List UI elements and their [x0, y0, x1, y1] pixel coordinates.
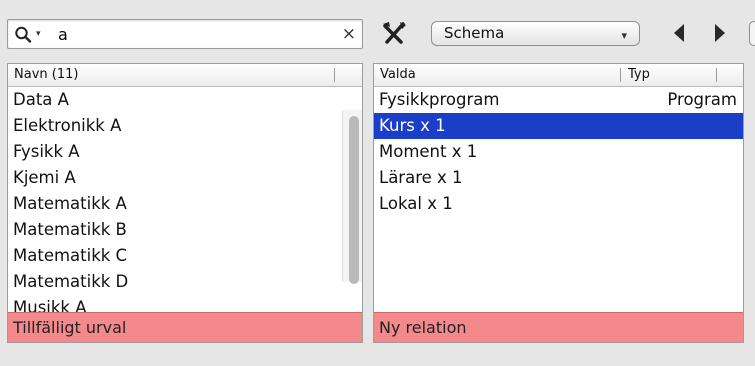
list-item[interactable]: Matematikk B: [8, 217, 362, 243]
list-item[interactable]: Data A: [8, 87, 362, 113]
vertical-scrollbar[interactable]: [342, 110, 362, 284]
list-item[interactable]: Matematikk A: [8, 191, 362, 217]
list-item[interactable]: Matematikk C: [8, 243, 362, 269]
selected-items-list[interactable]: Fysikkprogram Program Kurs x 1 Moment x …: [374, 87, 743, 312]
cross-tools-icon[interactable]: [381, 20, 407, 46]
table-row[interactable]: Lärare x 1: [374, 165, 743, 191]
column-divider: [334, 68, 335, 82]
search-options-caret-icon[interactable]: ▾: [36, 29, 41, 39]
course-list[interactable]: Data A Elektronikk A Fysikk A Kjemi A Ma…: [8, 87, 362, 312]
column-header-name[interactable]: Navn (11): [8, 64, 78, 86]
column-header-selected[interactable]: Valda: [374, 64, 416, 86]
search-field[interactable]: ▾ ×: [7, 19, 363, 49]
list-item[interactable]: Matematikk D: [8, 269, 362, 295]
column-divider: [716, 68, 717, 82]
list-item[interactable]: Elektronikk A: [8, 113, 362, 139]
list-item[interactable]: Kjemi A: [8, 165, 362, 191]
schema-select-label: Schema: [444, 24, 505, 42]
temporary-selection-footer[interactable]: Tillfälligt urval: [8, 312, 362, 342]
table-row[interactable]: Moment x 1: [374, 139, 743, 165]
course-list-panel: Navn (11) Data A Elektronikk A Fysikk A …: [7, 63, 363, 343]
triangle-right-icon[interactable]: [713, 22, 727, 44]
row-name: Fysikkprogram: [379, 90, 500, 109]
chevron-down-icon: ▾: [621, 29, 627, 42]
table-row-selected[interactable]: Kurs x 1: [374, 113, 743, 139]
list-item[interactable]: Fysikk A: [8, 139, 362, 165]
table-row[interactable]: Fysikkprogram Program: [374, 87, 743, 113]
triangle-left-icon[interactable]: [672, 22, 686, 44]
row-type: Program: [667, 90, 737, 109]
row-name: Lärare x 1: [379, 168, 463, 187]
list-header[interactable]: Navn (11): [8, 64, 362, 87]
column-divider: [620, 68, 621, 82]
list-item[interactable]: Musikk A: [8, 295, 362, 312]
row-name: Kurs x 1: [379, 116, 446, 135]
column-header-type[interactable]: Typ: [622, 64, 650, 86]
row-name: Moment x 1: [379, 142, 478, 161]
clear-search-icon[interactable]: ×: [342, 24, 356, 44]
new-relation-footer[interactable]: Ny relation: [374, 312, 743, 342]
schema-select[interactable]: Schema ▾: [431, 21, 640, 46]
row-name: Lokal x 1: [379, 194, 453, 213]
selected-items-panel: Valda Typ Fysikkprogram Program Kurs x 1…: [373, 63, 744, 343]
list-header[interactable]: Valda Typ: [374, 64, 743, 87]
toolbar-button-partial[interactable]: [749, 21, 755, 46]
scrollbar-thumb[interactable]: [349, 116, 359, 284]
search-input[interactable]: [58, 25, 328, 45]
table-row[interactable]: Lokal x 1: [374, 191, 743, 217]
magnifier-icon[interactable]: [14, 26, 34, 44]
